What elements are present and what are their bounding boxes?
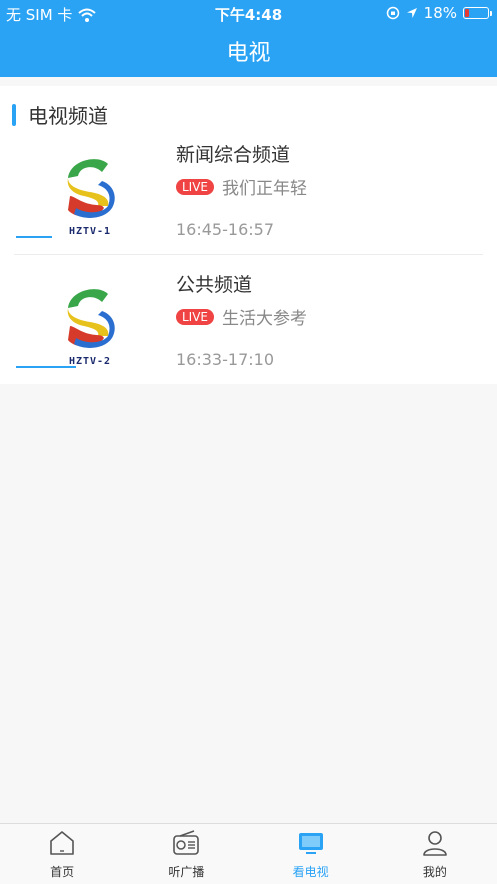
playing-indicator	[16, 236, 52, 238]
battery-percent: 18%	[423, 4, 457, 22]
channel-logo: HZTV-1	[58, 152, 122, 237]
battery-icon	[463, 7, 492, 19]
logo-label: HZTV-1	[68, 226, 112, 237]
program-time: 16:33-17:10	[176, 350, 274, 369]
location-icon	[406, 8, 417, 18]
tab-tv[interactable]: 看电视	[249, 824, 373, 884]
tab-radio[interactable]: 听广播	[124, 824, 248, 884]
tv-icon	[298, 833, 323, 854]
channel-list-card: 电视频道 HZTV-1 新闻综合频道 LIVE 我们正年轻 16:45-16:5…	[0, 86, 497, 384]
orientation-lock-icon	[386, 6, 399, 20]
program-time: 16:45-16:57	[176, 220, 274, 239]
page-title: 电视	[226, 41, 271, 66]
live-program: LIVE 我们正年轻	[176, 174, 307, 199]
tab-label: 看电视	[292, 865, 329, 879]
app-header: 无 SIM 卡 下午4:48 18% 电视	[0, 0, 497, 77]
program-title: 生活大参考	[222, 309, 308, 329]
hztv-logo-icon	[67, 159, 115, 218]
live-program: LIVE 生活大参考	[176, 304, 307, 329]
program-title: 我们正年轻	[222, 179, 308, 199]
home-icon	[50, 831, 74, 855]
tab-home[interactable]: 首页	[0, 824, 124, 884]
radio-icon	[173, 830, 200, 855]
bottom-tab-bar: 首页 听广播 看电视 我的	[0, 823, 497, 884]
tab-label: 我的	[422, 865, 447, 879]
channel-item[interactable]: HZTV-1 新闻综合频道 LIVE 我们正年轻 16:45-16:57	[0, 134, 497, 262]
channel-name: 新闻综合频道	[176, 144, 291, 166]
live-badge: LIVE	[176, 178, 215, 195]
row-divider	[14, 254, 483, 255]
user-icon	[423, 831, 447, 856]
hztv-logo-icon	[67, 289, 115, 348]
live-badge: LIVE	[176, 308, 215, 325]
channel-name: 公共频道	[176, 274, 253, 296]
channel-item[interactable]: HZTV-2 公共频道 LIVE 生活大参考 16:33-17:10	[0, 264, 497, 392]
playing-indicator	[16, 366, 76, 368]
channel-logo: HZTV-2	[58, 282, 122, 367]
section-title: 电视频道	[28, 104, 108, 128]
tab-label: 首页	[50, 865, 75, 879]
section-header: 电视频道	[12, 100, 108, 129]
tab-label: 听广播	[168, 865, 205, 879]
tab-profile[interactable]: 我的	[373, 824, 497, 884]
section-accent-bar	[12, 103, 16, 126]
status-bar: 无 SIM 卡 下午4:48 18%	[0, 0, 497, 26]
